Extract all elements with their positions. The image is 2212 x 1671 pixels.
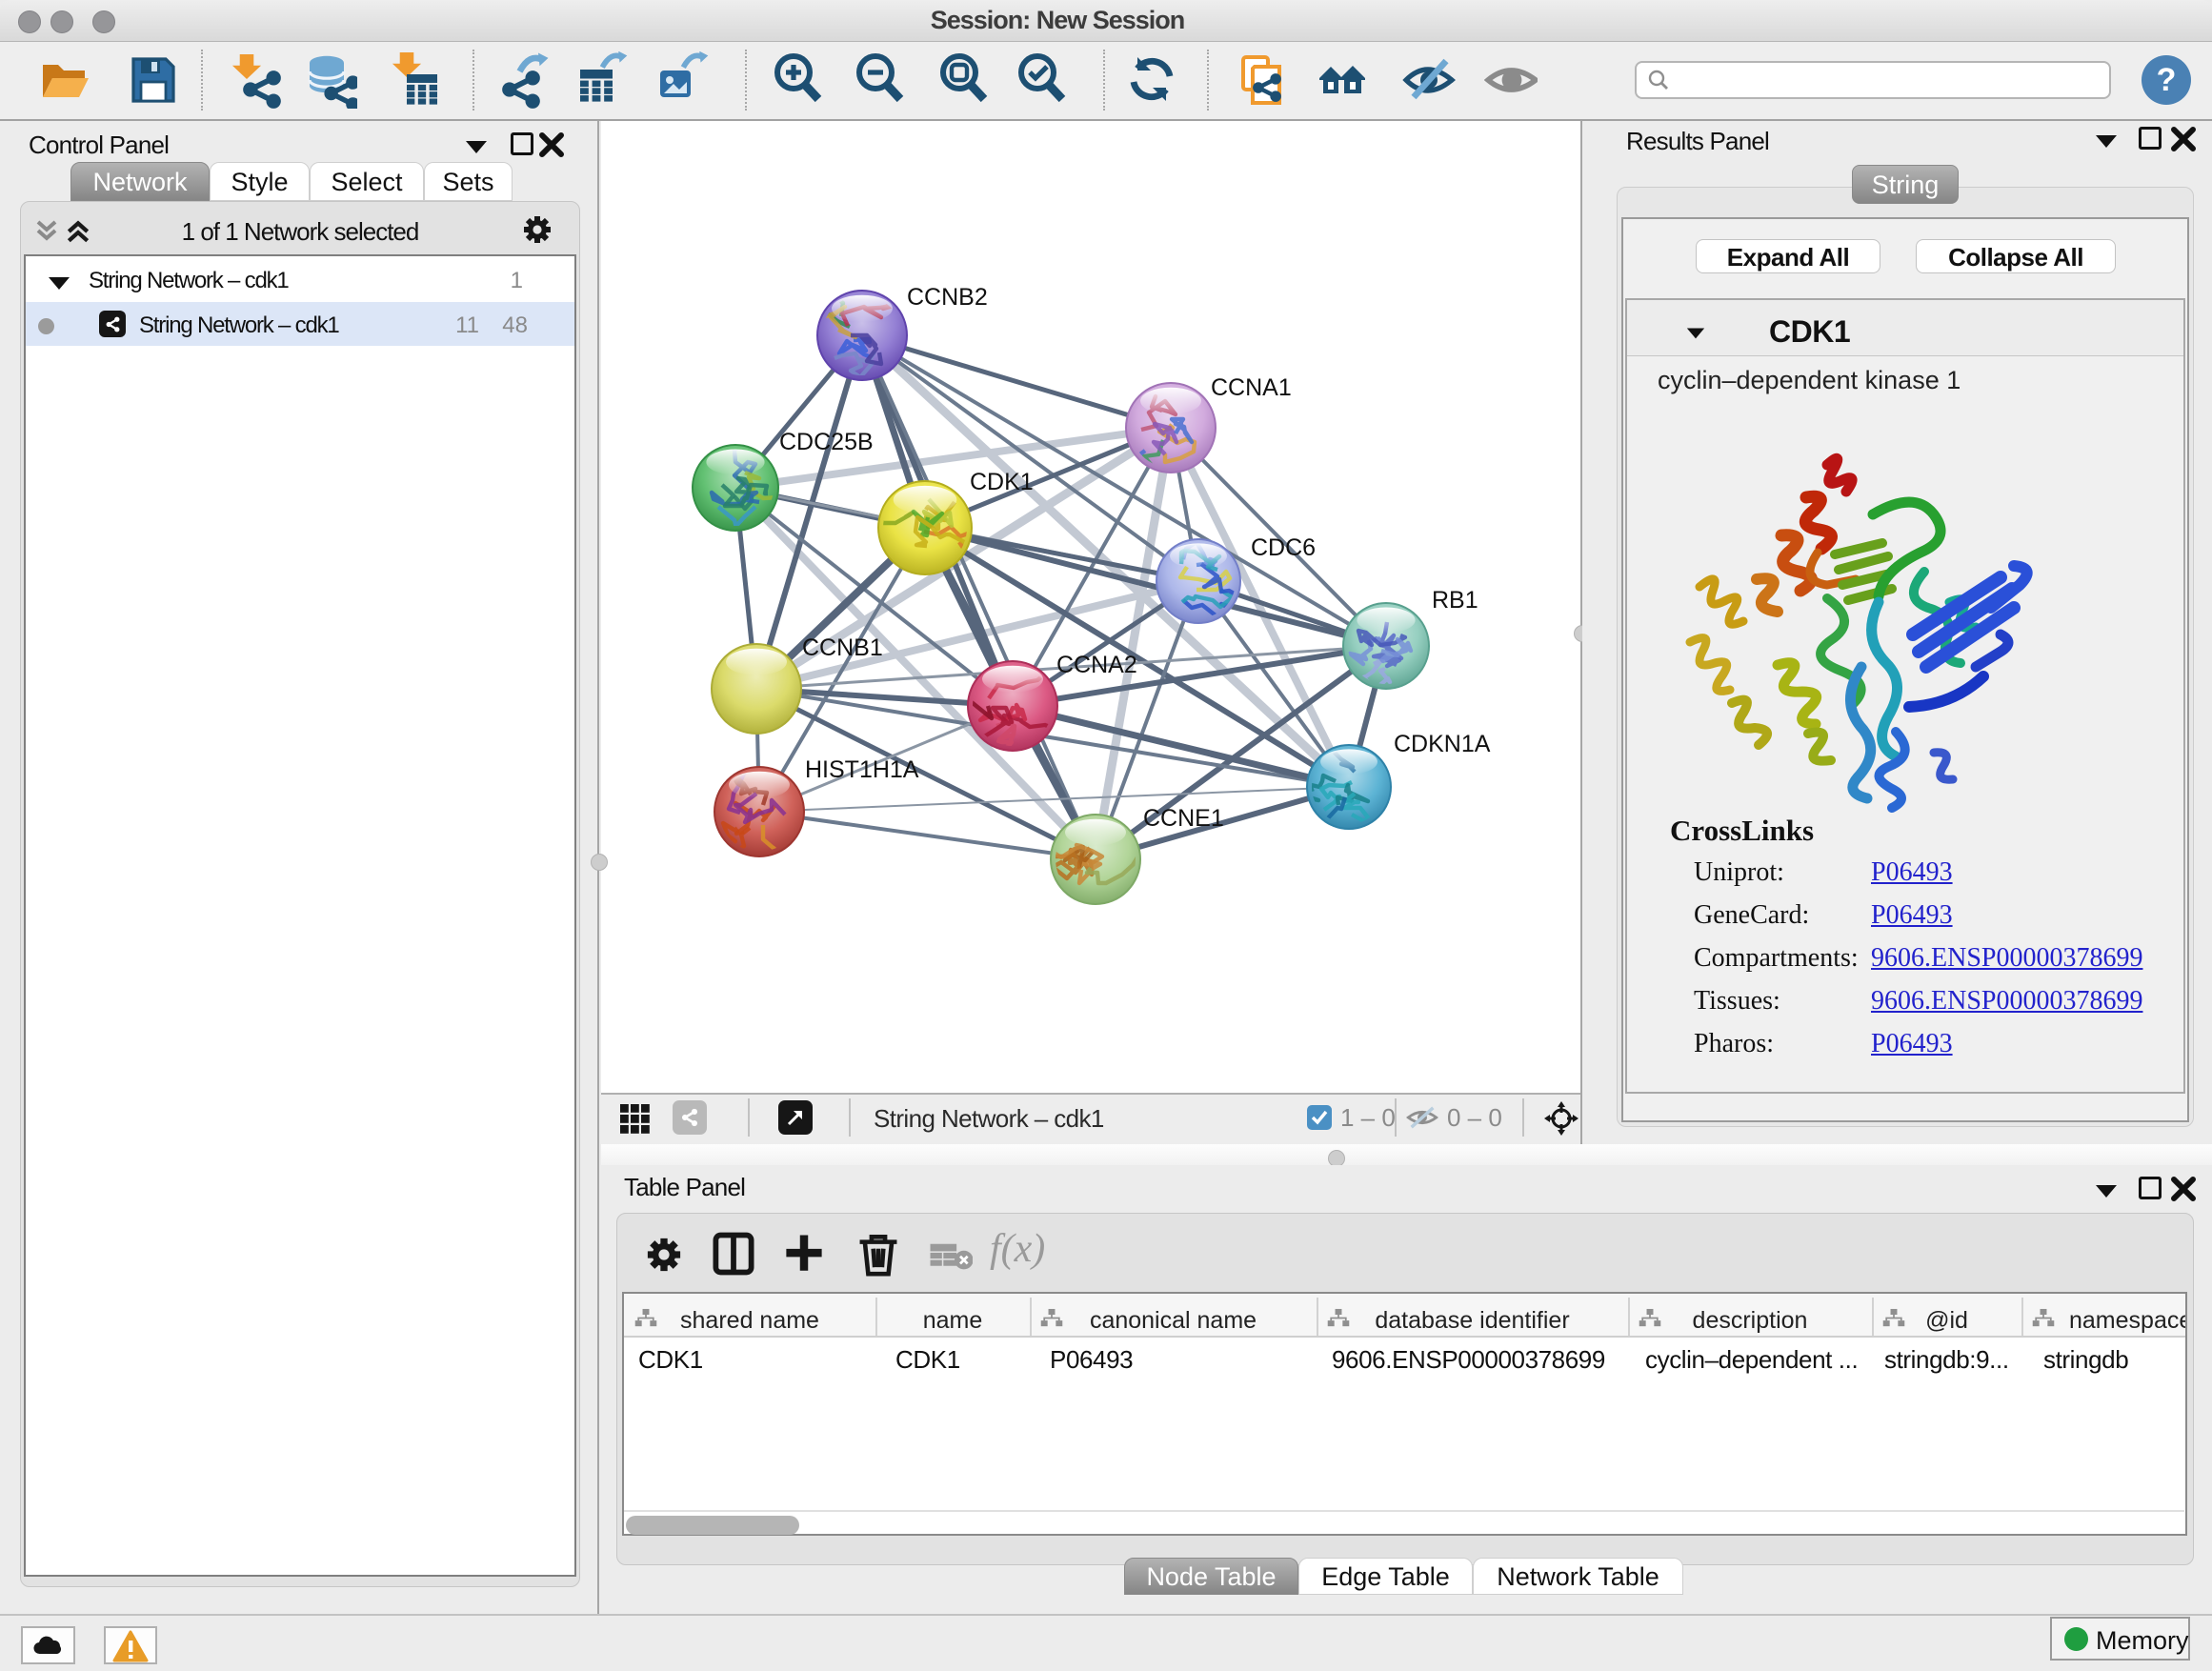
svg-text:CDC6: CDC6 bbox=[1251, 534, 1316, 561]
svg-text:CCNB2: CCNB2 bbox=[907, 284, 988, 311]
svg-text:CCNA2: CCNA2 bbox=[1056, 652, 1137, 678]
svg-text:CCNE1: CCNE1 bbox=[1143, 805, 1224, 832]
svg-text:RB1: RB1 bbox=[1432, 587, 1478, 614]
svg-text:CCNA1: CCNA1 bbox=[1211, 374, 1292, 401]
svg-text:CDKN1A: CDKN1A bbox=[1394, 731, 1491, 757]
svg-text:CCNB1: CCNB1 bbox=[802, 634, 883, 661]
svg-text:HIST1H1A: HIST1H1A bbox=[805, 756, 919, 783]
svg-text:CDC25B: CDC25B bbox=[779, 429, 874, 455]
svg-text:CDK1: CDK1 bbox=[970, 469, 1034, 495]
